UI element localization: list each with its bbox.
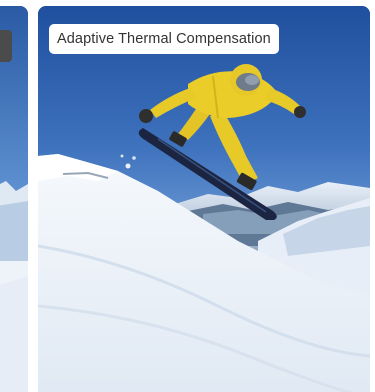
card-image-snowboarder (38, 6, 370, 392)
carousel-card-current[interactable]: Adaptive Thermal Compensation (38, 6, 370, 392)
card-label-chip: Adaptive Thermal Compensation (49, 24, 279, 54)
card-image-previous (0, 6, 28, 392)
carousel-card-previous[interactable] (0, 6, 28, 392)
card-label-previous (0, 30, 12, 62)
carousel: Adaptive Thermal Compensation (0, 0, 375, 392)
